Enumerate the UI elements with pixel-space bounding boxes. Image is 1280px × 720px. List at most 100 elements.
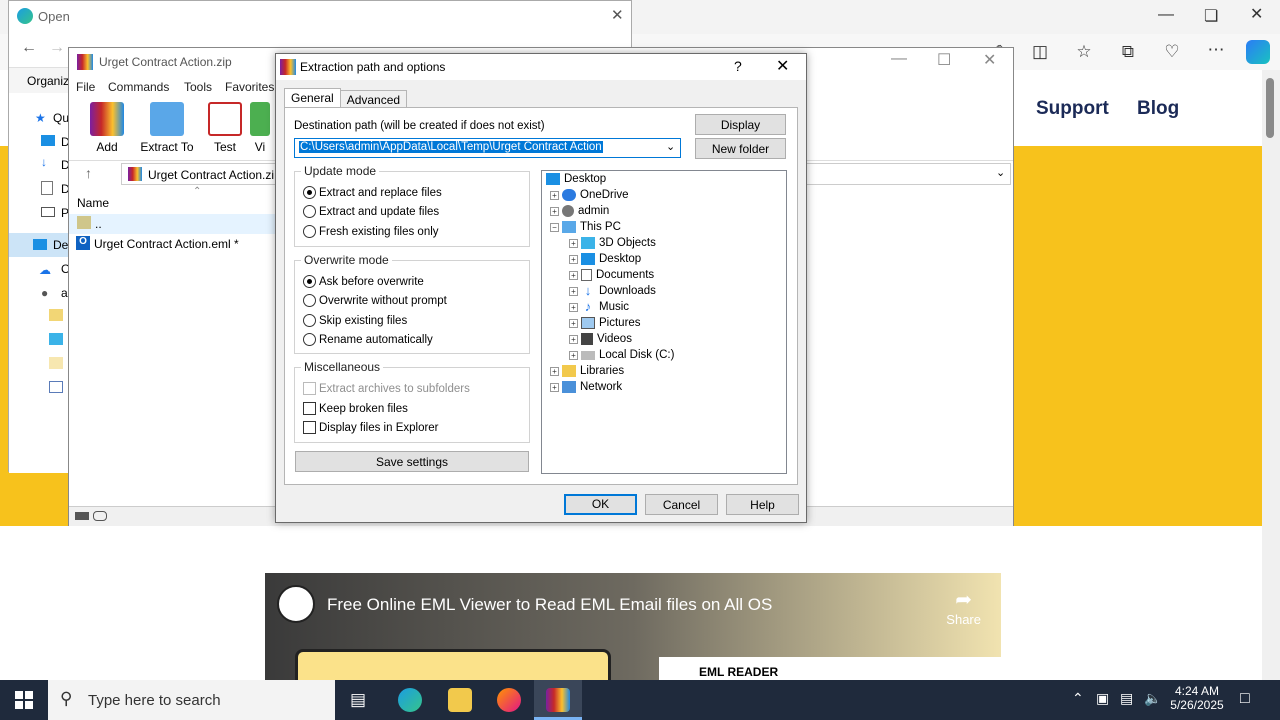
tree-item-3d-objects[interactable]: +3D Objects [569,237,656,249]
favorites-star-icon[interactable]: ☆ [1072,42,1096,62]
dialog-close-button[interactable]: ✕ [776,56,789,76]
tree-item-admin[interactable]: + admin [550,205,609,217]
add-button[interactable]: Add [77,102,137,154]
tree-item-music[interactable]: + ♪ Music [569,300,629,313]
expand-plus-icon[interactable]: + [569,334,578,344]
tree-item-desktop[interactable]: + Desktop [569,253,641,265]
expand-plus-icon[interactable]: + [569,286,578,296]
browser-essentials-icon[interactable]: ♡ [1160,42,1184,62]
collections-icon[interactable]: ⧉ [1116,42,1140,62]
ok-button[interactable]: OK [564,494,637,515]
radio-button-selected[interactable] [303,186,316,199]
edge-taskbar-icon[interactable] [398,688,422,712]
chevron-down-icon[interactable]: ⌄ [666,140,675,153]
radio-ask-before-overwrite[interactable]: Ask before overwrite [303,275,424,288]
radio-button-selected[interactable] [303,275,316,288]
tree-item-desktop-root[interactable]: Desktop [546,173,606,185]
folder-tree[interactable]: Desktop + OneDrive + admin − This PC +3D Ob… [541,170,787,474]
task-view-icon[interactable]: ▤ [350,690,366,710]
save-settings-button[interactable]: Save settings [295,451,529,472]
winrar-minimize-button[interactable]: — [891,50,907,68]
tray-chevron-up-icon[interactable]: ⌃ [1072,690,1084,707]
expand-plus-icon[interactable]: + [569,270,578,280]
file-explorer-taskbar-icon[interactable] [448,688,472,712]
tab-general[interactable]: General [284,88,341,107]
radio-button[interactable] [303,205,316,218]
nav-link-support[interactable]: Support [1036,98,1109,120]
view-button[interactable]: Vi [245,102,275,154]
volume-icon[interactable]: 🔈 [1144,690,1161,707]
browser-maximize-button[interactable]: ❏ [1204,6,1218,26]
browser-minimize-button[interactable]: — [1158,6,1174,24]
page-scrollbar[interactable] [1262,70,1280,680]
radio-overwrite-without-prompt[interactable]: Overwrite without prompt [303,294,447,307]
expand-plus-icon[interactable]: + [569,254,578,264]
video-title[interactable]: Free Online EML Viewer to Read EML Email… [327,595,772,615]
help-button[interactable]: Help [726,494,799,515]
winrar-close-button[interactable]: ✕ [983,50,996,70]
open-dialog-close-icon[interactable]: ✕ [611,6,624,24]
split-screen-icon[interactable]: ◫ [1028,42,1052,62]
tree-item-downloads[interactable]: + ↓ Downloads [569,284,656,297]
column-name[interactable]: Name [77,196,109,210]
nav-item-quick-access[interactable]: Qu [53,111,69,125]
video-embed[interactable]: Free Online EML Viewer to Read EML Email… [265,573,1001,680]
expand-plus-icon[interactable]: + [569,238,578,248]
forward-arrow-icon[interactable]: → [49,39,65,57]
radio-extract-update[interactable]: Extract and update files [303,205,439,218]
expand-plus-icon[interactable]: + [550,366,559,376]
nav-link-blog[interactable]: Blog [1137,98,1179,120]
collapse-minus-icon[interactable]: − [550,222,559,232]
file-row-parent[interactable]: .. [95,217,102,231]
tree-item-network[interactable]: + Network [550,381,622,393]
notifications-icon[interactable]: □ [1240,690,1250,708]
tree-item-onedrive[interactable]: + OneDrive [550,189,629,201]
new-folder-button[interactable]: New folder [695,138,786,159]
checkbox-display-in-explorer[interactable]: Display files in Explorer [303,421,439,434]
menu-tools[interactable]: Tools [184,80,212,94]
file-row-eml[interactable]: Urget Contract Action.eml * [94,237,239,251]
checkbox[interactable] [303,421,316,434]
menu-commands[interactable]: Commands [108,80,169,94]
more-menu-icon[interactable]: ⋯ [1204,40,1228,60]
checkbox[interactable] [303,402,316,415]
network-icon[interactable]: ▤ [1120,690,1133,707]
help-question-button[interactable]: ? [734,58,742,74]
tree-item-this-pc[interactable]: − This PC [550,221,621,233]
taskbar-search-box[interactable]: ⚲ Type here to search [48,680,335,720]
back-arrow-icon[interactable]: ← [21,39,37,57]
start-windows-icon[interactable] [15,691,33,709]
expand-plus-icon[interactable]: + [569,302,578,312]
radio-fresh-existing[interactable]: Fresh existing files only [303,225,439,238]
radio-extract-replace[interactable]: Extract and replace files [303,186,442,199]
page-scrollbar-thumb[interactable] [1266,78,1274,138]
expand-plus-icon[interactable]: + [550,190,559,200]
winrar-maximize-button[interactable]: ☐ [937,50,951,70]
radio-button[interactable] [303,294,316,307]
cancel-button[interactable]: Cancel [645,494,718,515]
radio-skip-existing[interactable]: Skip existing files [303,314,407,327]
tree-item-pictures[interactable]: + Pictures [569,317,641,329]
radio-button[interactable] [303,333,316,346]
up-arrow-icon[interactable]: ↑ [85,165,92,181]
nav-item-user[interactable]: a [61,286,68,300]
menu-file[interactable]: File [76,80,95,94]
checkbox-keep-broken-files[interactable]: Keep broken files [303,402,408,415]
firefox-taskbar-icon[interactable] [497,688,521,712]
display-button[interactable]: Display [695,114,786,135]
menu-favorites[interactable]: Favorites [225,80,274,94]
radio-rename-automatically[interactable]: Rename automatically [303,333,433,346]
extract-to-button[interactable]: Extract To [137,102,197,154]
clock[interactable]: 4:24 AM 5/26/2025 [1168,684,1226,712]
share-button[interactable]: ➦ Share [946,587,981,627]
destination-path-combobox[interactable]: C:\Users\admin\AppData\Local\Temp\Urget … [294,138,681,158]
organize-button[interactable]: Organiz [27,74,69,88]
expand-plus-icon[interactable]: + [550,206,559,216]
expand-plus-icon[interactable]: + [569,318,578,328]
copilot-icon[interactable] [1246,40,1270,64]
nav-item-desktop-root[interactable]: De [53,238,68,252]
tray-device-icon[interactable]: ▣ [1096,690,1109,707]
radio-button[interactable] [303,314,316,327]
tree-item-local-disk[interactable]: + Local Disk (C:) [569,349,674,361]
tree-item-documents[interactable]: + Documents [569,269,654,281]
